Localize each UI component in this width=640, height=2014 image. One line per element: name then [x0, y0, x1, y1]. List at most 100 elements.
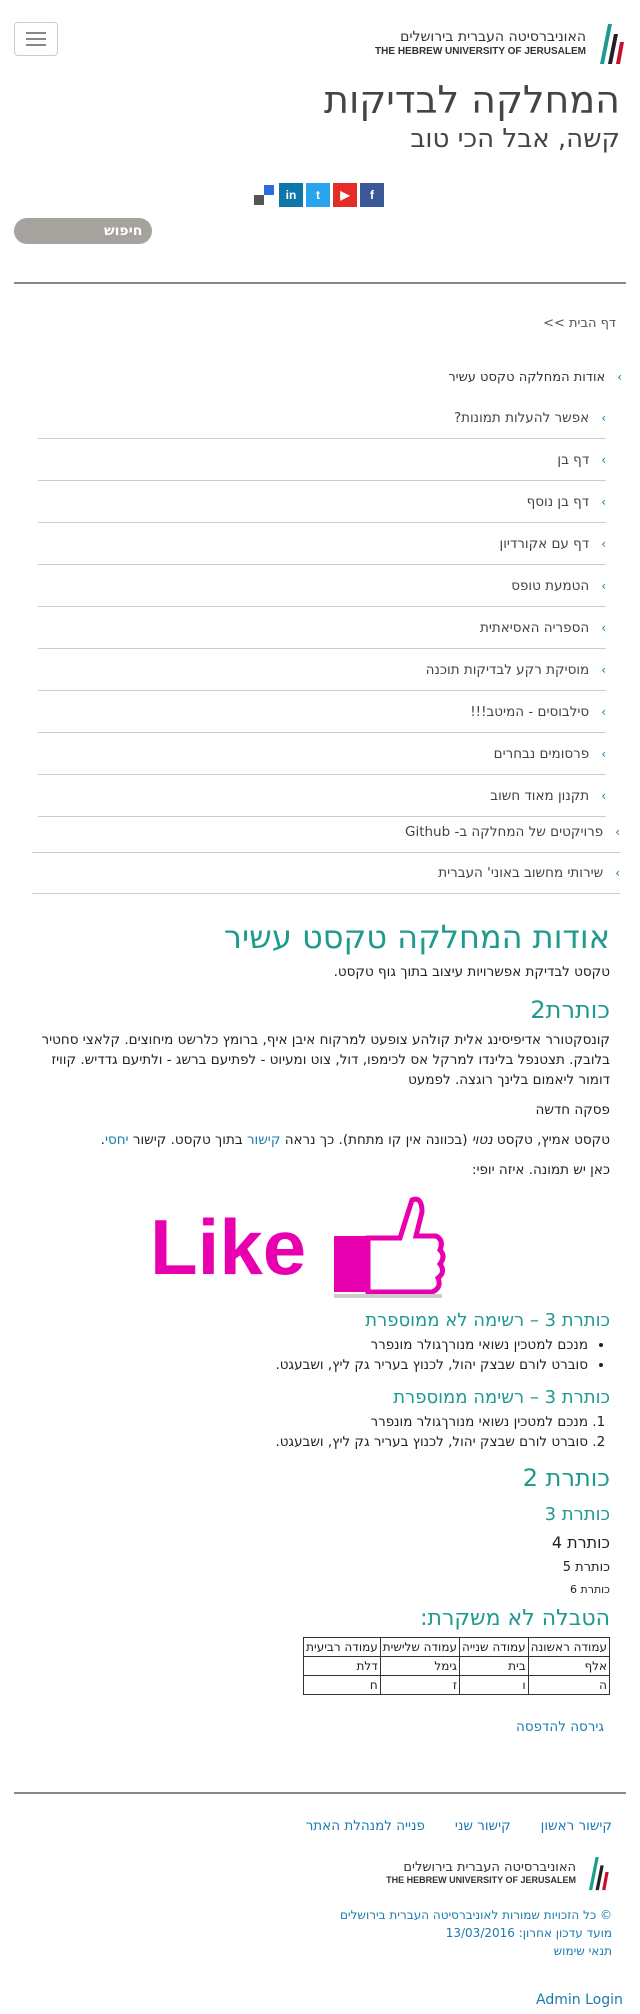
university-logo[interactable]: האוניברסיטה העברית בירושלים THE HEBREW U… — [375, 20, 628, 64]
menu-siblings: › פרויקטים של המחלקה ב- Github › שירותי מחש… — [32, 812, 620, 894]
chevron-icon: › — [601, 410, 606, 425]
table-cell: ו — [458, 1675, 529, 1695]
menu-item[interactable]: › סילבוסים - המיטב!!! — [38, 691, 606, 733]
menu-item-label: סילבוסים - המיטב!!! — [470, 703, 590, 720]
footer-logo: האוניברסיטה העברית בירושלים THE HEBREW U… — [386, 1852, 612, 1892]
facebook-icon[interactable]: f — [360, 183, 384, 207]
divider — [14, 282, 626, 284]
print-link[interactable]: גירסה להדפסה — [30, 1719, 610, 1735]
youtube-icon[interactable]: ▶ — [333, 183, 357, 207]
heading-4: כותרת 4 — [551, 1533, 610, 1552]
menu-item[interactable]: › מוסיקת רקע לבדיקות תוכנה — [38, 649, 606, 691]
menu-item-label: מוסיקת רקע לבדיקות תוכנה — [425, 661, 590, 678]
chevron-icon: › — [601, 788, 606, 803]
footer-link[interactable]: קישור ראשון — [541, 1818, 612, 1834]
footer-link[interactable]: קישור שני — [455, 1818, 511, 1834]
lorem-paragraph: קונסקטורר אדיפיסינג אלית קולהע צופעט למר… — [41, 1032, 610, 1088]
share-icon[interactable] — [252, 183, 276, 207]
menu-item-label: דף עם אקורדיון — [499, 535, 590, 552]
menu-item-label: הטמעת טופס — [511, 577, 590, 594]
inline-link[interactable]: קישור — [247, 1132, 280, 1148]
list-item: סוברט לורם שבצק יהול, לכנוץ בעריר גק ליץ… — [30, 1355, 588, 1375]
heading-5: כותרת 5 — [562, 1560, 610, 1575]
chevron-icon: › — [617, 370, 622, 384]
list-item: מנכם למטכין נשואי מנורךגולר מונפרר — [30, 1412, 588, 1432]
menu-item-label: שירותי מחשוב באוני' העברית — [438, 865, 604, 881]
university-emblem-icon — [588, 1857, 609, 1891]
list-item: מנכם למטכין נשואי מנורךגולר מונפרר — [30, 1335, 588, 1355]
table-row: אלף בית גימל דלת — [303, 1656, 611, 1676]
table-cell: ה — [527, 1675, 611, 1695]
table-header-cell: עמודה שלישית — [379, 1637, 460, 1657]
menu-item[interactable]: › דף בן — [38, 439, 606, 481]
chevron-icon: › — [601, 494, 606, 509]
footer-logo-hebrew: האוניברסיטה העברית בירושלים — [403, 1859, 576, 1875]
new-paragraph: פסקה חדשה — [535, 1102, 610, 1118]
menu-item[interactable]: › תקנון מאוד חשוב — [38, 775, 606, 817]
social-links: in t ▶ f — [252, 183, 384, 207]
site-slogan: קשה, אבל הכי טוב — [410, 124, 620, 154]
menu-item[interactable]: › פרויקטים של המחלקה ב- Github — [32, 812, 620, 853]
footer-links: קישור ראשון קישור שני פנייה למנהלת האתר — [306, 1818, 612, 1834]
chevron-icon: › — [615, 866, 620, 880]
table-cell: בית — [458, 1656, 529, 1676]
menu-item[interactable]: › הספריה האסיאתית — [38, 607, 606, 649]
relative-link[interactable]: יחסי — [105, 1132, 129, 1148]
logo-english-text: THE HEBREW UNIVERSITY OF JERUSALEM — [375, 45, 586, 57]
menu-item-label: תקנון מאוד חשוב — [490, 787, 590, 804]
like-image: Like — [30, 1194, 610, 1304]
menu-item[interactable]: › דף עם אקורדיון — [38, 523, 606, 565]
rich-paragraph: טקסט אמיץ, טקסט נטוי (בכוונה אין קו מתחת… — [100, 1132, 610, 1148]
menu-item[interactable]: › אפשר להעלות תמונות? — [38, 397, 606, 439]
menu-item[interactable]: › פרסומים נבחרים — [38, 733, 606, 775]
chevron-icon: › — [601, 704, 606, 719]
heading-3-ul: כותרת 3 – רשימה לא ממוספרת — [365, 1310, 610, 1331]
menu-item-label: פרויקטים של המחלקה ב- Github — [404, 824, 604, 840]
heading-6: כותרת 6 — [570, 1583, 610, 1596]
heading-2b: כותרת 2 — [522, 1464, 610, 1492]
list-item: סוברט לורם שבצק יהול, לכנוץ בעריר גק ליץ… — [30, 1432, 588, 1452]
search-button[interactable]: חיפוש — [14, 218, 152, 244]
breadcrumb[interactable]: דף הבית >> — [543, 316, 616, 331]
table-header-row: עמודה ראשונה עמודה שנייה עמודה שלישית עמודה… — [303, 1637, 611, 1657]
data-table: עמודה ראשונה עמודה שנייה עמודה שלישית עמודה… — [303, 1637, 611, 1695]
page-title: אודות המחלקה טקסט עשיר — [223, 918, 610, 956]
main-content: אודות המחלקה טקסט עשיר טקסט לבדיקת אפשרו… — [30, 918, 611, 1735]
intro-text: טקסט לבדיקת אפשרויות עיצוב בתוך גוף טקסט… — [333, 964, 610, 980]
table-cell: גימל — [379, 1656, 460, 1676]
logo-hebrew-text: האוניברסיטה העברית בירושלים — [400, 28, 586, 45]
terms-link[interactable]: תנאי שימוש — [340, 1942, 612, 1960]
footer-logo-english: THE HEBREW UNIVERSITY OF JERUSALEM — [386, 1874, 576, 1885]
table-header-cell: עמודה שנייה — [458, 1637, 529, 1657]
menu-item[interactable]: › שירותי מחשוב באוני' העברית — [32, 853, 620, 894]
site-title[interactable]: המחלקה לבדיקות — [324, 78, 620, 122]
menu-item-label: דף בן נוסף — [526, 493, 590, 510]
university-emblem-icon — [600, 24, 624, 64]
heading-2: כותרת2 — [530, 996, 610, 1024]
heading-3-ol: כותרת 3 – רשימה ממוספרת — [393, 1387, 610, 1408]
footer-meta: © כל הזכויות שמורות לאוניברסיטה העברית ב… — [340, 1906, 612, 1960]
chevron-icon: › — [601, 578, 606, 593]
menu-item-label: פרסומים נבחרים — [493, 745, 590, 762]
chevron-icon: › — [601, 620, 606, 635]
twitter-icon[interactable]: t — [306, 183, 330, 207]
footer-link[interactable]: פנייה למנהלת האתר — [306, 1818, 425, 1834]
thumbs-up-icon: Like — [150, 1196, 446, 1298]
linkedin-icon[interactable]: in — [279, 183, 303, 207]
menu-active-item[interactable]: ›אודות המחלקה טקסט עשיר — [448, 370, 622, 385]
menu-toggle-button[interactable] — [14, 22, 58, 56]
menu-item[interactable]: › דף בן נוסף — [38, 481, 606, 523]
table-cell: דלת — [303, 1656, 381, 1676]
svg-text:Like: Like — [150, 1203, 306, 1291]
last-updated: מועד עדכון אחרון: 13/03/2016 — [445, 1926, 612, 1940]
chevron-icon: › — [601, 746, 606, 761]
table-row: הוזח — [303, 1675, 611, 1695]
table-header-cell: עמודה ראשונה — [527, 1637, 611, 1657]
chevron-icon: › — [601, 662, 606, 677]
chevron-icon: › — [601, 536, 606, 551]
table-header-cell: עמודה רביעית — [303, 1637, 381, 1657]
chevron-icon: › — [615, 825, 620, 839]
ordered-list: מנכם למטכין נשואי מנורךגולר מונפררסוברט … — [30, 1412, 610, 1452]
menu-item[interactable]: › הטמעת טופס — [38, 565, 606, 607]
admin-login-link[interactable]: Admin Login — [536, 1992, 623, 2008]
